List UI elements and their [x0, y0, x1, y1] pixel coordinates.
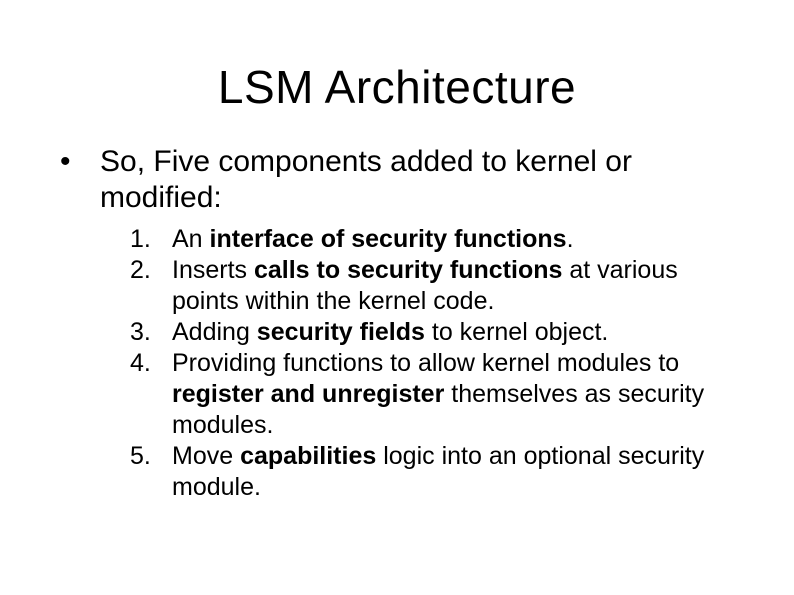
item-number: 4.	[130, 348, 172, 379]
main-bullet: • So, Five components added to kernel or…	[60, 144, 734, 216]
item-pre: Adding	[172, 318, 257, 346]
list-item: 3. Adding security fields to kernel obje…	[130, 317, 734, 348]
numbered-list: 1. An interface of security functions. 2…	[130, 224, 734, 503]
bullet-icon: •	[60, 144, 100, 180]
item-body: Move capabilities logic into an optional…	[172, 441, 734, 503]
item-body: Providing functions to allow kernel modu…	[172, 348, 734, 441]
item-pre: Move	[172, 442, 240, 470]
main-bullet-text: So, Five components added to kernel or m…	[100, 144, 734, 216]
slide: LSM Architecture • So, Five components a…	[0, 0, 794, 595]
item-pre: An	[172, 225, 210, 253]
item-pre: Inserts	[172, 256, 254, 284]
item-bold: security fields	[257, 318, 425, 346]
item-body: Inserts calls to security functions at v…	[172, 255, 734, 317]
item-post: .	[567, 225, 574, 253]
list-item: 4. Providing functions to allow kernel m…	[130, 348, 734, 441]
item-pre: Providing functions to allow kernel modu…	[172, 349, 679, 377]
list-item: 2. Inserts calls to security functions a…	[130, 255, 734, 317]
item-bold: capabilities	[240, 442, 376, 470]
slide-title: LSM Architecture	[60, 60, 734, 114]
item-body: Adding security fields to kernel object.	[172, 317, 734, 348]
item-bold: interface of security functions	[210, 225, 567, 253]
item-bold: register and unregister	[172, 380, 444, 408]
list-item: 1. An interface of security functions.	[130, 224, 734, 255]
item-post: to kernel object.	[425, 318, 608, 346]
item-number: 5.	[130, 441, 172, 472]
list-item: 5. Move capabilities logic into an optio…	[130, 441, 734, 503]
item-bold: calls to security functions	[254, 256, 562, 284]
item-body: An interface of security functions.	[172, 224, 734, 255]
item-number: 1.	[130, 224, 172, 255]
item-number: 2.	[130, 255, 172, 286]
item-number: 3.	[130, 317, 172, 348]
